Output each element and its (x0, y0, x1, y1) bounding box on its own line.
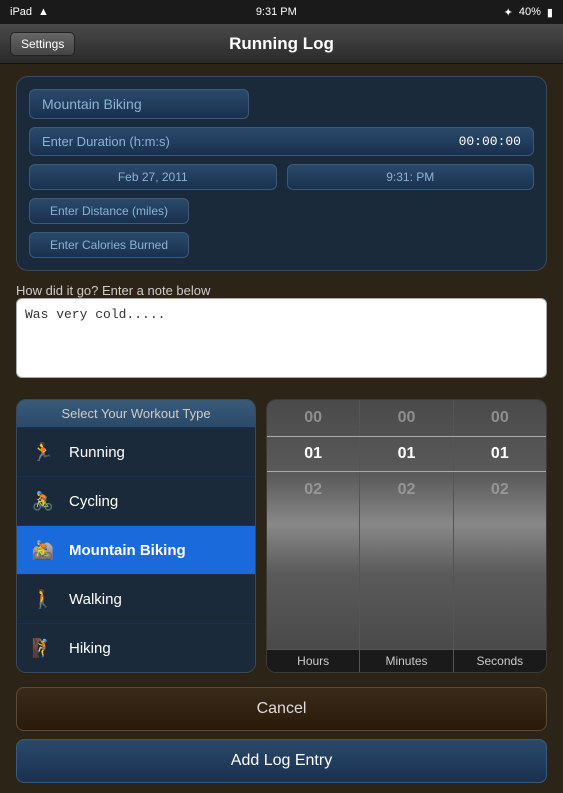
note-label: How did it go? Enter a note below (16, 283, 547, 298)
time-labels: Hours Minutes Seconds (267, 649, 546, 672)
top-card: Mountain Biking Enter Duration (h:m:s) 0… (16, 76, 547, 271)
hours-02: 02 (267, 472, 359, 508)
seconds-02: 02 (454, 472, 546, 508)
distance-button[interactable]: Enter Distance (miles) (29, 198, 189, 224)
hours-01: 01 (267, 436, 359, 472)
nav-title: Running Log (229, 34, 334, 54)
seconds-column[interactable]: 00 01 02 (454, 400, 546, 649)
status-time: 9:31 PM (256, 6, 297, 18)
nav-bar: Settings Running Log (0, 24, 563, 64)
time-button[interactable]: 9:31: PM (287, 164, 535, 190)
workout-item-walking[interactable]: Walking (17, 575, 255, 624)
calories-button[interactable]: Enter Calories Burned (29, 232, 189, 258)
bottom-buttons: Cancel Add Log Entry (0, 677, 563, 793)
battery-icon: ▮ (547, 6, 553, 19)
status-ipad: iPad (10, 6, 32, 18)
date-time-row: Feb 27, 2011 9:31: PM (29, 164, 534, 190)
workout-label-cycling: Cycling (69, 493, 118, 510)
minutes-00: 00 (360, 400, 452, 436)
workout-item-mountain-biking[interactable]: Mountain Biking (17, 526, 255, 575)
workout-type-button[interactable]: Mountain Biking (29, 89, 249, 119)
hours-column[interactable]: 00 01 02 (267, 400, 360, 649)
minutes-02: 02 (360, 472, 452, 508)
workout-selector-header: Select Your Workout Type (17, 400, 255, 428)
note-section: How did it go? Enter a note below (16, 281, 547, 383)
walk-icon (27, 583, 59, 615)
seconds-01: 01 (454, 436, 546, 472)
workout-label-hiking: Hiking (69, 640, 111, 657)
time-picker[interactable]: 00 01 02 00 01 02 00 01 02 Hours Minutes… (266, 399, 547, 673)
bluetooth-icon: ✦ (504, 6, 513, 19)
workout-label-running: Running (69, 444, 125, 461)
hours-00: 00 (267, 400, 359, 436)
seconds-00: 00 (454, 400, 546, 436)
cycle-icon (27, 485, 59, 517)
hours-label: Hours (267, 650, 360, 672)
duration-label: Enter Duration (h:m:s) (42, 134, 170, 149)
minutes-label: Minutes (360, 650, 453, 672)
add-log-button[interactable]: Add Log Entry (16, 739, 547, 783)
wifi-icon: ▲ (38, 6, 49, 18)
main-content: Mountain Biking Enter Duration (h:m:s) 0… (0, 64, 563, 395)
cancel-button[interactable]: Cancel (16, 687, 547, 731)
seconds-label: Seconds (454, 650, 546, 672)
workout-item-cycling[interactable]: Cycling (17, 477, 255, 526)
note-textarea[interactable] (16, 298, 547, 378)
battery-value: 40% (519, 6, 541, 18)
settings-button[interactable]: Settings (10, 32, 75, 56)
run-icon (27, 436, 59, 468)
time-picker-scroll[interactable]: 00 01 02 00 01 02 00 01 02 (267, 400, 546, 649)
duration-value: 00:00:00 (459, 134, 521, 149)
workout-label-mountain-biking: Mountain Biking (69, 542, 186, 559)
workout-label-walking: Walking (69, 591, 122, 608)
workout-item-hiking[interactable]: Hiking (17, 624, 255, 672)
status-bar: iPad ▲ 9:31 PM ✦ 40% ▮ (0, 0, 563, 24)
workout-selector: Select Your Workout Type Running Cycling… (16, 399, 256, 673)
workout-item-running[interactable]: Running (17, 428, 255, 477)
bottom-section: Select Your Workout Type Running Cycling… (0, 399, 563, 673)
hike-icon (27, 632, 59, 664)
date-button[interactable]: Feb 27, 2011 (29, 164, 277, 190)
mtb-icon (27, 534, 59, 566)
status-left: iPad ▲ (10, 6, 49, 18)
minutes-column[interactable]: 00 01 02 (360, 400, 453, 649)
minutes-01: 01 (360, 436, 452, 472)
duration-row: Enter Duration (h:m:s) 00:00:00 (29, 127, 534, 156)
status-right: ✦ 40% ▮ (504, 6, 553, 19)
